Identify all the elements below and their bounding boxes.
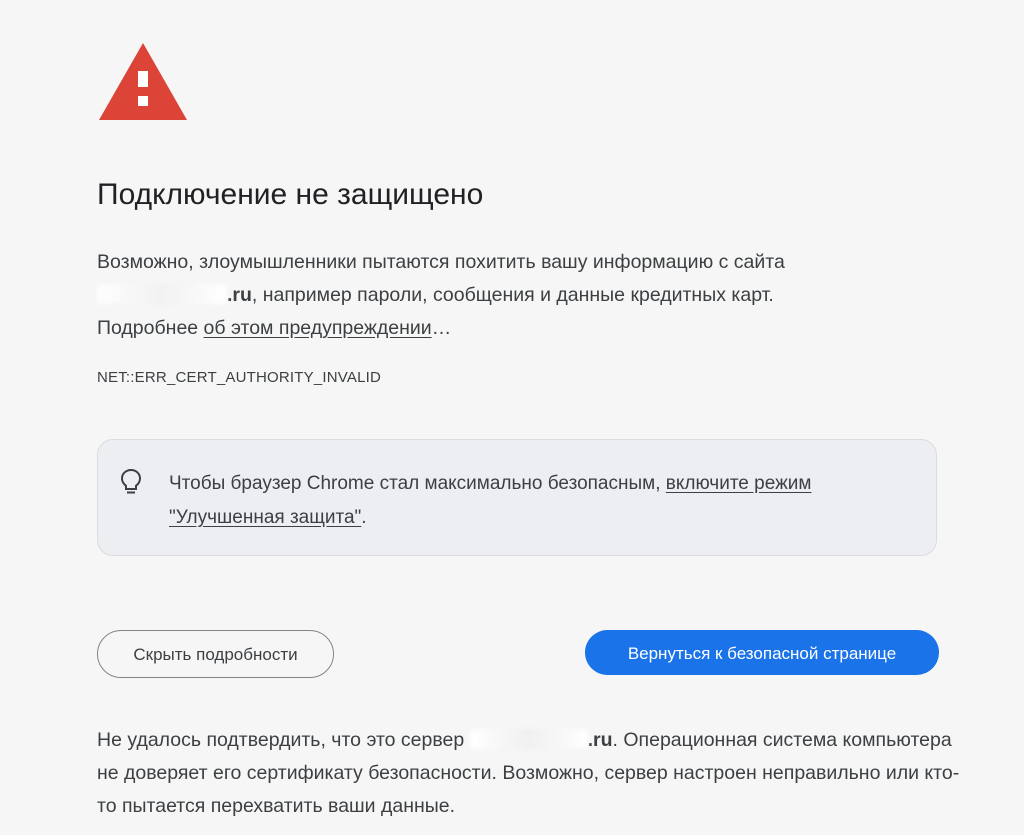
redacted-hostname — [97, 284, 227, 304]
redacted-hostname-details — [469, 729, 588, 749]
main-message-line1: Возможно, злоумышленники пытаются похити… — [97, 251, 785, 273]
details-prefix: Не удалось подтвердить, что это сервер — [97, 729, 470, 751]
details-message: Не удалось подтвердить, что это сервер .… — [97, 724, 977, 823]
main-message-line2: , например пароли, сообщения и данные кр… — [251, 284, 774, 306]
enhanced-protection-promo: Чтобы браузер Chrome стал максимально бе… — [97, 439, 937, 556]
lightbulb-icon — [120, 468, 142, 494]
promo-text: Чтобы браузер Chrome стал максимально бе… — [169, 473, 666, 494]
error-code: NET::ERR_CERT_AUTHORITY_INVALID — [97, 369, 382, 386]
warning-triangle-icon — [99, 43, 187, 120]
promo-message: Чтобы браузер Chrome стал максимально бе… — [169, 467, 929, 535]
learn-more-prefix: Подробнее — [97, 317, 204, 339]
page-title: Подключение не защищено — [97, 178, 484, 211]
learn-more-link[interactable]: об этом предупреждении — [204, 317, 432, 339]
promo-suffix: . — [361, 507, 367, 528]
details-hostname-suffix: .ru — [587, 729, 613, 751]
main-message: Возможно, злоумышленники пытаются похити… — [97, 246, 957, 345]
interstitial-page: Подключение не защищено Возможно, злоумы… — [0, 0, 1024, 835]
back-to-safety-button[interactable]: Вернуться к безопасной странице — [585, 630, 939, 675]
hostname-suffix: .ru — [227, 284, 252, 306]
learn-more-suffix: … — [431, 317, 452, 339]
hide-details-button[interactable]: Скрыть подробности — [97, 630, 334, 678]
